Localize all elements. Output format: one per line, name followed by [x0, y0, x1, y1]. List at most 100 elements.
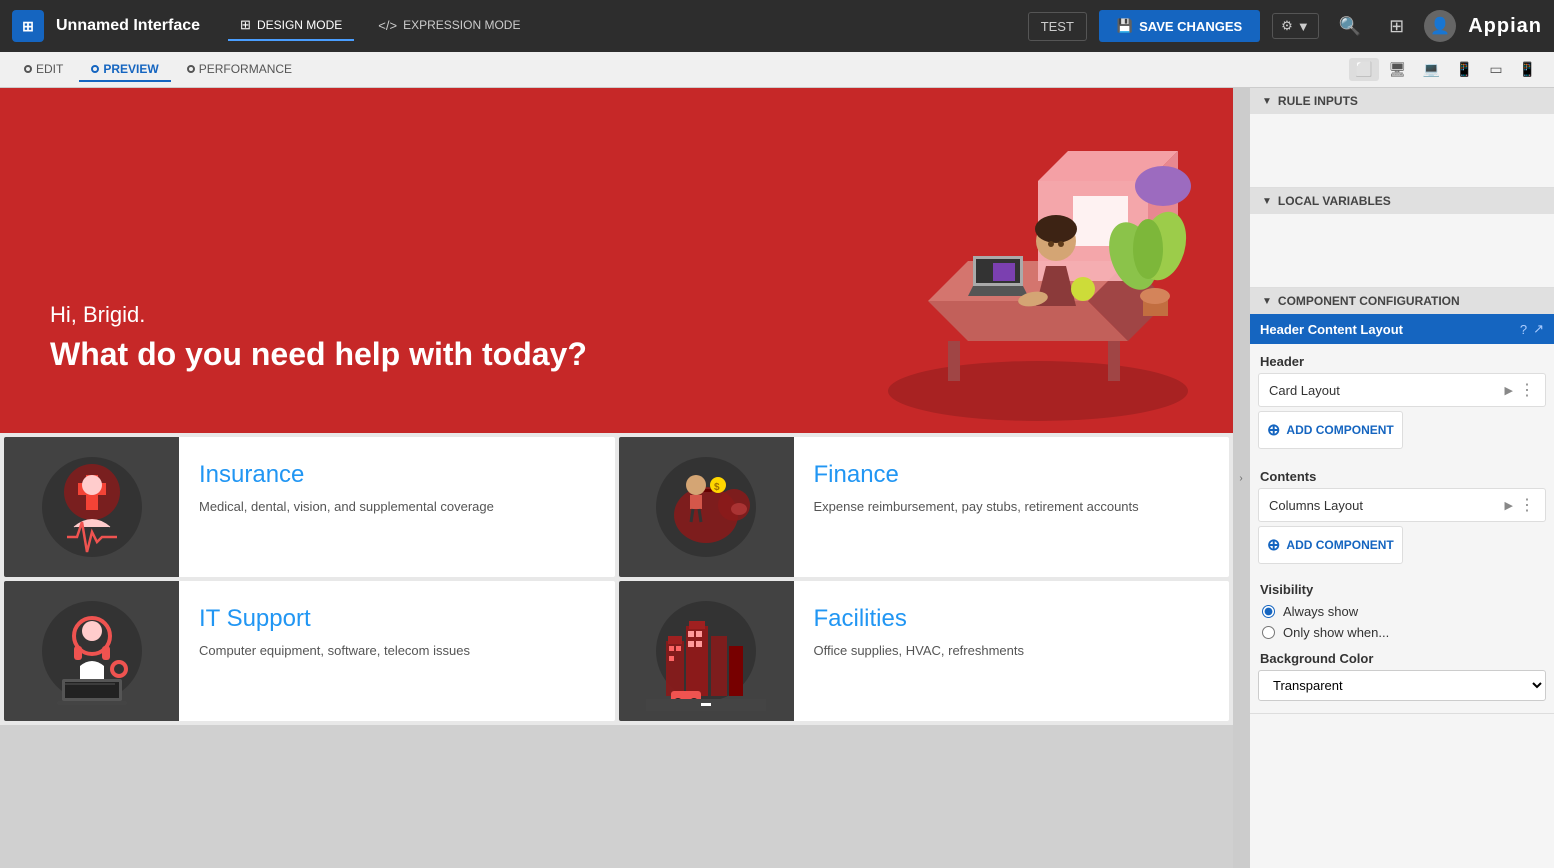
- local-variables-section: ▼ LOCAL VARIABLES: [1250, 188, 1554, 288]
- local-variables-body: [1250, 214, 1554, 230]
- design-mode-icon: ⊞: [240, 17, 251, 33]
- header-add-component-label: ADD COMPONENT: [1286, 423, 1393, 437]
- facilities-card[interactable]: Facilities Office supplies, HVAC, refres…: [619, 581, 1230, 721]
- contents-add-component-button[interactable]: ⊕ ADD COMPONENT: [1258, 526, 1403, 564]
- expression-mode-button[interactable]: </> EXPRESSION MODE: [366, 12, 532, 41]
- finance-desc: Expense reimbursement, pay stubs, retire…: [814, 497, 1210, 517]
- insurance-icon-area: [4, 437, 179, 577]
- only-show-when-label: Only show when...: [1283, 625, 1389, 640]
- always-show-option[interactable]: Always show: [1250, 601, 1554, 622]
- header-add-component-button[interactable]: ⊕ ADD COMPONENT: [1258, 411, 1403, 449]
- avatar[interactable]: 👤: [1424, 10, 1456, 42]
- rule-inputs-header[interactable]: ▼ RULE INPUTS: [1250, 88, 1554, 114]
- grid-icon-button[interactable]: ⊞: [1381, 12, 1412, 41]
- hero-title: What do you need help with today?: [50, 336, 587, 373]
- main-area: Hi, Brigid. What do you need help with t…: [0, 88, 1554, 868]
- preview-tab-dot: [91, 65, 99, 73]
- desktop-device-button[interactable]: 🖥: [1383, 58, 1413, 81]
- columns-layout-menu-icon[interactable]: ⋮: [1519, 495, 1535, 515]
- only-show-when-option[interactable]: Only show when...: [1250, 622, 1554, 643]
- appian-logo: Appian: [1468, 15, 1542, 38]
- tablet-device-button[interactable]: 📱: [1450, 58, 1479, 81]
- facilities-card-content: Facilities Office supplies, HVAC, refres…: [794, 581, 1230, 721]
- performance-tab[interactable]: PERFORMANCE: [175, 58, 304, 82]
- it-support-card-content: IT Support Computer equipment, software,…: [179, 581, 615, 721]
- always-show-radio[interactable]: [1262, 605, 1275, 618]
- edit-tab[interactable]: EDIT: [12, 58, 75, 82]
- finance-title: Finance: [814, 461, 1210, 489]
- local-variables-arrow-icon: ▼: [1262, 196, 1272, 207]
- header-add-plus-icon: ⊕: [1267, 420, 1280, 440]
- contents-add-plus-icon: ⊕: [1267, 535, 1280, 555]
- topbar: ⊞ Unnamed Interface ⊞ DESIGN MODE </> EX…: [0, 0, 1554, 52]
- it-support-title: IT Support: [199, 605, 595, 633]
- grid-icon: ⊞: [1389, 16, 1404, 37]
- settings-button[interactable]: ⚙ ▼: [1272, 13, 1319, 39]
- it-support-card[interactable]: IT Support Computer equipment, software,…: [4, 581, 615, 721]
- test-button[interactable]: TEST: [1028, 12, 1087, 41]
- component-config-header[interactable]: ▼ COMPONENT CONFIGURATION: [1250, 288, 1554, 314]
- laptop-device-button[interactable]: 💻: [1416, 58, 1445, 81]
- columns-layout-item[interactable]: Columns Layout ▶ ⋮: [1258, 488, 1546, 522]
- app-title: Unnamed Interface: [56, 17, 200, 35]
- cards-grid: Insurance Medical, dental, vision, and s…: [0, 433, 1233, 725]
- gear-icon: ⚙: [1281, 18, 1293, 34]
- finance-card-content: Finance Expense reimbursement, pay stubs…: [794, 437, 1230, 577]
- svg-text:$: $: [714, 482, 720, 493]
- collapse-arrow-icon: ›: [1239, 473, 1242, 484]
- rule-inputs-arrow-icon: ▼: [1262, 96, 1272, 107]
- mobile-device-button[interactable]: 📱: [1513, 58, 1542, 81]
- header-content-layout-row[interactable]: Header Content Layout ? ↗: [1250, 314, 1554, 344]
- fullscreen-device-button[interactable]: ⬜: [1349, 58, 1378, 81]
- facilities-title: Facilities: [814, 605, 1210, 633]
- hero-text: Hi, Brigid. What do you need help with t…: [50, 302, 587, 373]
- component-config-arrow-icon: ▼: [1262, 296, 1272, 307]
- search-icon: 🔍: [1339, 16, 1361, 37]
- card-layout-menu-icon[interactable]: ⋮: [1519, 380, 1535, 400]
- background-color-select[interactable]: Transparent White Light Dark Navy Red: [1258, 670, 1546, 701]
- help-icon-button[interactable]: ?: [1520, 322, 1527, 337]
- performance-tab-dot: [187, 65, 195, 73]
- settings-arrow-icon: ▼: [1297, 19, 1310, 34]
- header-sub-label: Header: [1250, 344, 1554, 373]
- preview-tab-label: PREVIEW: [103, 62, 158, 76]
- secondbar: EDIT PREVIEW PERFORMANCE ⬜ 🖥 💻 📱 ▭ 📱: [0, 52, 1554, 88]
- external-link-icon-button[interactable]: ↗: [1533, 321, 1544, 337]
- insurance-desc: Medical, dental, vision, and supplementa…: [199, 497, 595, 517]
- only-show-when-radio[interactable]: [1262, 626, 1275, 639]
- it-support-desc: Computer equipment, software, telecom is…: [199, 641, 595, 661]
- design-mode-button[interactable]: ⊞ DESIGN MODE: [228, 11, 354, 41]
- app-logo-icon: ⊞: [12, 10, 44, 42]
- wide-tablet-device-button[interactable]: ▭: [1483, 58, 1508, 81]
- component-config-label: COMPONENT CONFIGURATION: [1278, 294, 1460, 308]
- save-icon: 💾: [1117, 18, 1133, 34]
- contents-add-component-label: ADD COMPONENT: [1286, 538, 1393, 552]
- hero-banner: Hi, Brigid. What do you need help with t…: [0, 88, 1233, 433]
- facilities-icon-area: [619, 581, 794, 721]
- design-mode-label: DESIGN MODE: [257, 18, 342, 32]
- preview-tab[interactable]: PREVIEW: [79, 58, 170, 82]
- finance-card[interactable]: $ Finance Expense reimbursement, pay stu…: [619, 437, 1230, 577]
- always-show-label: Always show: [1283, 604, 1358, 619]
- save-changes-button[interactable]: 💾 SAVE CHANGES: [1099, 10, 1260, 42]
- rule-inputs-body: [1250, 114, 1554, 130]
- rule-inputs-label: RULE INPUTS: [1278, 94, 1358, 108]
- local-variables-header[interactable]: ▼ LOCAL VARIABLES: [1250, 188, 1554, 214]
- device-icons: ⬜ 🖥 💻 📱 ▭ 📱: [1349, 58, 1542, 81]
- header-content-layout-label: Header Content Layout: [1260, 322, 1514, 337]
- hero-illustration: [783, 88, 1233, 433]
- save-changes-label: SAVE CHANGES: [1139, 19, 1242, 34]
- right-panel: ▼ RULE INPUTS ▼ LOCAL VARIABLES ▼ COMPON…: [1249, 88, 1554, 868]
- columns-layout-label: Columns Layout: [1269, 498, 1505, 513]
- card-layout-item[interactable]: Card Layout ▶ ⋮: [1258, 373, 1546, 407]
- avatar-icon: 👤: [1430, 16, 1450, 36]
- search-icon-button[interactable]: 🔍: [1331, 12, 1369, 41]
- visibility-label: Visibility: [1250, 574, 1554, 601]
- collapse-handle[interactable]: ›: [1233, 88, 1249, 868]
- hero-greeting: Hi, Brigid.: [50, 302, 587, 328]
- expression-mode-label: EXPRESSION MODE: [403, 18, 520, 32]
- background-color-label: Background Color: [1250, 643, 1554, 670]
- card-layout-arrow-icon: ▶: [1505, 384, 1513, 397]
- insurance-card[interactable]: Insurance Medical, dental, vision, and s…: [4, 437, 615, 577]
- facilities-desc: Office supplies, HVAC, refreshments: [814, 641, 1210, 661]
